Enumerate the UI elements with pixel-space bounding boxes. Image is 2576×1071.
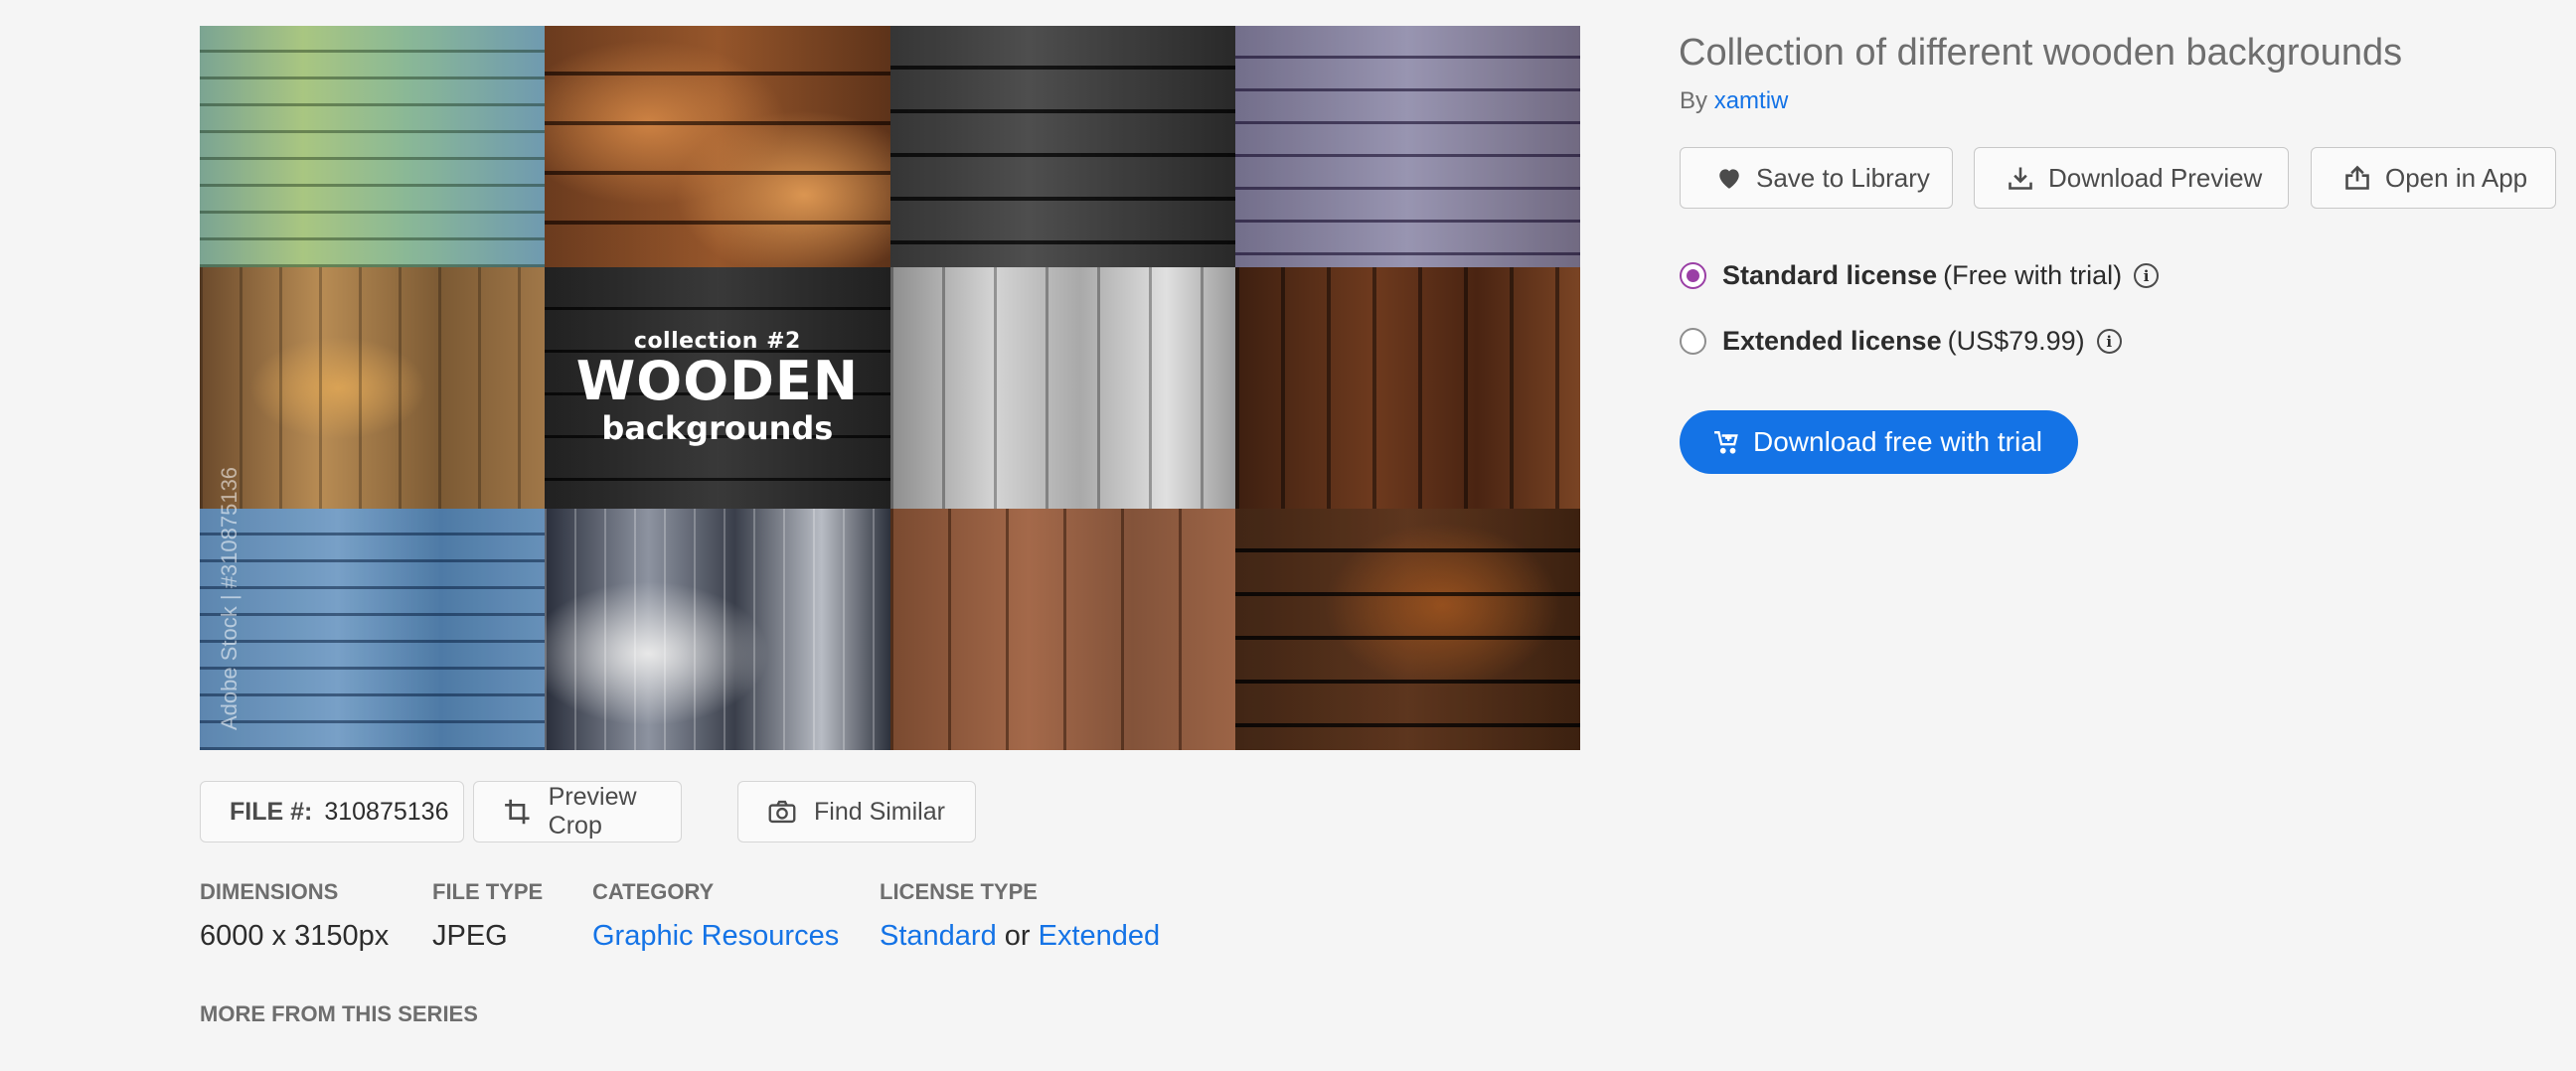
wood-tile-blue [200, 509, 546, 750]
meta-dimensions: DIMENSIONS 6000 x 3150px [200, 879, 389, 953]
author-link[interactable]: xamtiw [1714, 87, 1789, 114]
standard-license-name: Standard license [1722, 260, 1938, 290]
more-from-series-heading: MORE FROM THIS SERIES [200, 1001, 478, 1026]
file-number-box: FILE #: 310875136 [200, 781, 464, 842]
collection-title: WOODEN [575, 349, 860, 412]
wood-tile-grey [889, 267, 1235, 509]
category-link[interactable]: Graphic Resources [592, 920, 839, 952]
dimensions-value: 6000 x 3150px [200, 920, 390, 952]
standard-license-detail: (Free with trial) [1943, 260, 2123, 290]
category-label: CATEGORY [592, 879, 715, 904]
open-in-app-button[interactable]: Open in App [2311, 147, 2556, 209]
license-type-label: LICENSE TYPE [880, 879, 1038, 904]
find-similar-button[interactable]: Find Similar [737, 781, 976, 842]
download-preview-label: Download Preview [2048, 162, 2263, 193]
file-type-label: FILE TYPE [432, 879, 544, 904]
info-icon[interactable]: i [2096, 329, 2122, 354]
asset-title: Collection of different wooden backgroun… [1679, 32, 2403, 74]
wood-tile-burnt-brown [545, 26, 890, 267]
cart-icon [1714, 431, 1738, 454]
extended-license-link[interactable]: Extended [1039, 920, 1161, 952]
standard-license-option[interactable]: Standard license (Free with trial) i [1680, 260, 2160, 291]
wood-tile-black-white [545, 509, 890, 750]
open-in-app-label: Open in App [2385, 162, 2528, 193]
wood-tile-black [889, 26, 1235, 267]
extended-license-name: Extended license [1722, 326, 1942, 356]
wood-tile-light-brown [889, 509, 1235, 750]
asset-byline: By xamtiw [1680, 87, 1788, 115]
standard-license-link[interactable]: Standard [880, 920, 997, 952]
wood-tile-dark-brown [1234, 267, 1580, 509]
save-to-library-button[interactable]: Save to Library [1680, 147, 1953, 209]
heart-icon [1719, 169, 1739, 189]
meta-license-type: LICENSE TYPE Standard or Extended [880, 879, 1160, 953]
file-number-label: FILE #: [230, 797, 313, 826]
preview-crop-button[interactable]: Preview Crop [473, 781, 682, 842]
collection-caption: backgrounds [601, 409, 834, 448]
meta-category: CATEGORY Graphic Resources [592, 879, 839, 953]
extended-license-detail: (US$79.99) [1947, 326, 2085, 356]
info-icon[interactable]: i [2134, 263, 2160, 288]
by-label: By [1680, 87, 1708, 114]
download-preview-button[interactable]: Download Preview [1974, 147, 2289, 209]
extended-license-radio[interactable] [1680, 328, 1706, 355]
stock-watermark: Adobe Stock | #310875136 [217, 466, 242, 730]
wood-tile-charred [1234, 509, 1580, 750]
wood-tile-purple [1234, 26, 1580, 267]
asset-preview-image[interactable]: collection #2 WOODEN backgrounds [200, 26, 1580, 750]
preview-crop-label: Preview Crop [548, 783, 637, 840]
download-icon [2009, 167, 2032, 190]
wood-tile-golden [200, 267, 546, 509]
crop-icon [505, 799, 530, 825]
find-similar-label: Find Similar [814, 797, 945, 826]
file-number-value: 310875136 [324, 797, 449, 826]
meta-file-type: FILE TYPE JPEG [432, 879, 543, 953]
download-free-trial-button[interactable]: Download free with trial [1680, 410, 2078, 474]
extended-license-option[interactable]: Extended license (US$79.99) i [1680, 326, 2122, 357]
collection-title-tile: collection #2 WOODEN backgrounds [545, 267, 890, 509]
license-or-text: or [1004, 920, 1031, 952]
wood-tile-green [200, 26, 546, 267]
file-type-value: JPEG [432, 920, 508, 952]
dimensions-label: DIMENSIONS [200, 879, 339, 904]
standard-license-radio[interactable] [1680, 262, 1706, 289]
download-free-trial-label: Download free with trial [1753, 426, 2043, 457]
camera-icon [768, 800, 796, 824]
share-out-icon [2345, 165, 2369, 190]
save-to-library-label: Save to Library [1756, 162, 1930, 193]
